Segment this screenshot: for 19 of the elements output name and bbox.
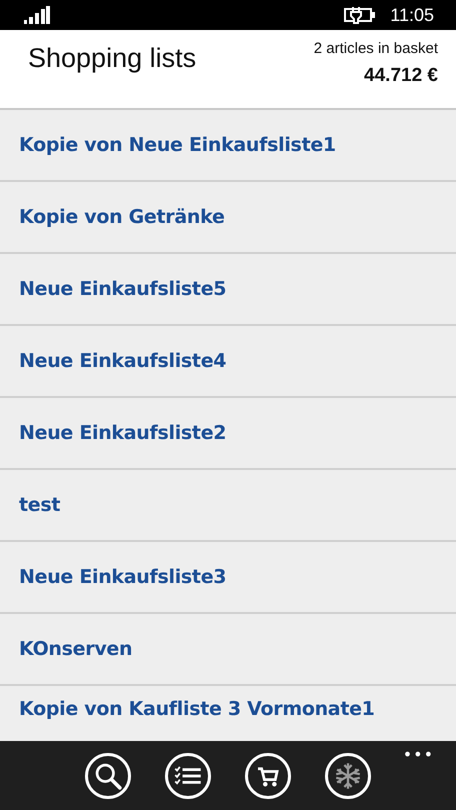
shopping-list-item[interactable]: test — [0, 470, 456, 542]
shopping-list-item[interactable]: Neue Einkaufsliste3 — [0, 542, 456, 614]
shopping-list-item[interactable]: Kopie von Neue Einkaufsliste1 — [0, 110, 456, 182]
basket-count: 2 articles in basket — [314, 40, 438, 57]
checklist-button[interactable] — [165, 752, 211, 798]
page-title: Shopping lists — [28, 43, 196, 75]
shopping-list-item[interactable]: KOnserven — [0, 614, 456, 686]
clock-time: 11:05 — [390, 4, 434, 26]
signal-icon — [24, 6, 50, 24]
search-button[interactable] — [85, 752, 131, 798]
cart-button[interactable] — [245, 752, 291, 798]
more-button[interactable]: ••• — [402, 745, 434, 764]
shopping-list-item[interactable]: Kopie von Kaufliste 3 Vormonate1 — [0, 686, 456, 741]
shopping-list-item[interactable]: Kopie von Getränke — [0, 182, 456, 254]
shopping-list-item[interactable]: Neue Einkaufsliste5 — [0, 254, 456, 326]
shopping-list-item[interactable]: Neue Einkaufsliste2 — [0, 398, 456, 470]
shopping-list-item[interactable]: Neue Einkaufsliste4 — [0, 326, 456, 398]
basket-total: 44.712 € — [364, 65, 438, 87]
battery-charging-icon — [344, 6, 376, 24]
